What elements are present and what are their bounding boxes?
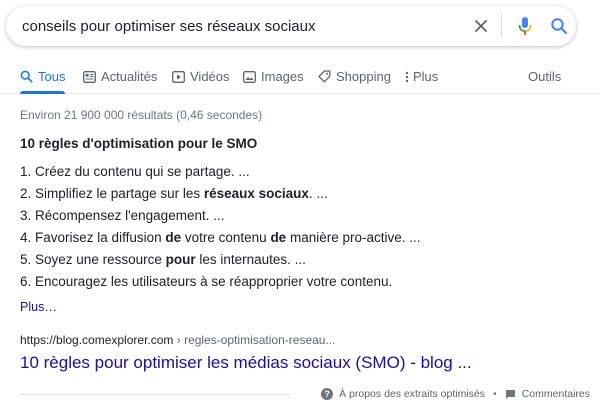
list-item: 5. Soyez une ressource pour les internau… bbox=[20, 252, 306, 267]
search-icon[interactable] bbox=[542, 6, 576, 46]
more-link[interactable]: Plus… bbox=[20, 300, 57, 314]
tab-images[interactable]: Images bbox=[243, 60, 304, 93]
result-url-domain: https://blog.comexplorer.com bbox=[20, 333, 174, 347]
list-item: 2. Simplifiez le partage sur les réseaux… bbox=[20, 186, 328, 201]
list-item: 4. Favorisez la diffusion de votre conte… bbox=[20, 230, 421, 245]
feedback-icon bbox=[505, 389, 516, 400]
tab-plus[interactable]: Plus bbox=[405, 60, 438, 93]
footer-separator: • bbox=[493, 388, 497, 400]
about-snippets-label: À propos des extraits optimisés bbox=[339, 388, 486, 400]
news-icon bbox=[83, 70, 96, 83]
result-title-link[interactable]: 10 règles pour optimiser les médias soci… bbox=[20, 353, 472, 373]
video-icon bbox=[172, 70, 185, 83]
search-bar bbox=[6, 6, 576, 46]
tab-shopping[interactable]: Shopping bbox=[318, 60, 391, 93]
result-stats: Environ 21 900 000 résultats (0,46 secon… bbox=[20, 108, 263, 122]
tools-button[interactable]: Outils bbox=[528, 60, 561, 93]
tab-videos[interactable]: Vidéos bbox=[172, 60, 230, 93]
result-url-path: › regles-optimisation-reseau... bbox=[173, 333, 336, 347]
list-item: 1. Créez du contenu qui se partage. ... bbox=[20, 164, 250, 179]
image-icon bbox=[243, 70, 256, 83]
search-bar-actions bbox=[463, 6, 576, 46]
list-item: 3. Récompensez l'engagement. ... bbox=[20, 208, 225, 223]
tab-label: Tous bbox=[38, 69, 66, 84]
search-icon bbox=[20, 70, 33, 83]
list-item: 6. Encouragez les utilisateurs à se réap… bbox=[20, 274, 393, 289]
about-snippets-link[interactable]: ? À propos des extraits optimisés bbox=[321, 388, 485, 400]
tab-label: Plus bbox=[413, 69, 439, 84]
feedback-label: Commentaires bbox=[521, 388, 590, 400]
featured-snippet-title: 10 règles d'optimisation pour le SMO bbox=[20, 136, 258, 151]
tab-label: Images bbox=[261, 69, 304, 84]
svg-text:?: ? bbox=[324, 389, 330, 399]
tab-label: Actualités bbox=[101, 69, 158, 84]
help-icon: ? bbox=[321, 388, 334, 400]
snippet-footer: ? À propos des extraits optimisés • Comm… bbox=[321, 388, 590, 400]
tab-tous[interactable]: Tous bbox=[20, 60, 66, 94]
tag-icon bbox=[318, 70, 331, 83]
tab-actualites[interactable]: Actualités bbox=[83, 60, 157, 93]
footer-divider bbox=[20, 394, 290, 395]
microphone-icon[interactable] bbox=[508, 6, 542, 46]
search-bar-divider bbox=[501, 14, 502, 38]
result-url[interactable]: https://blog.comexplorer.com › regles-op… bbox=[20, 333, 335, 347]
tab-label: Vidéos bbox=[190, 69, 230, 84]
search-tabs: Tous Actualités Vidéos Images Shopping P… bbox=[0, 60, 600, 94]
feedback-link[interactable]: Commentaires bbox=[505, 388, 590, 400]
more-vert-icon bbox=[405, 71, 409, 83]
tab-label: Shopping bbox=[336, 69, 391, 84]
search-input[interactable] bbox=[6, 6, 463, 46]
tools-label: Outils bbox=[528, 69, 562, 84]
close-icon[interactable] bbox=[463, 6, 499, 46]
featured-snippet-list: 1. Créez du contenu qui se partage. ... … bbox=[20, 161, 421, 293]
